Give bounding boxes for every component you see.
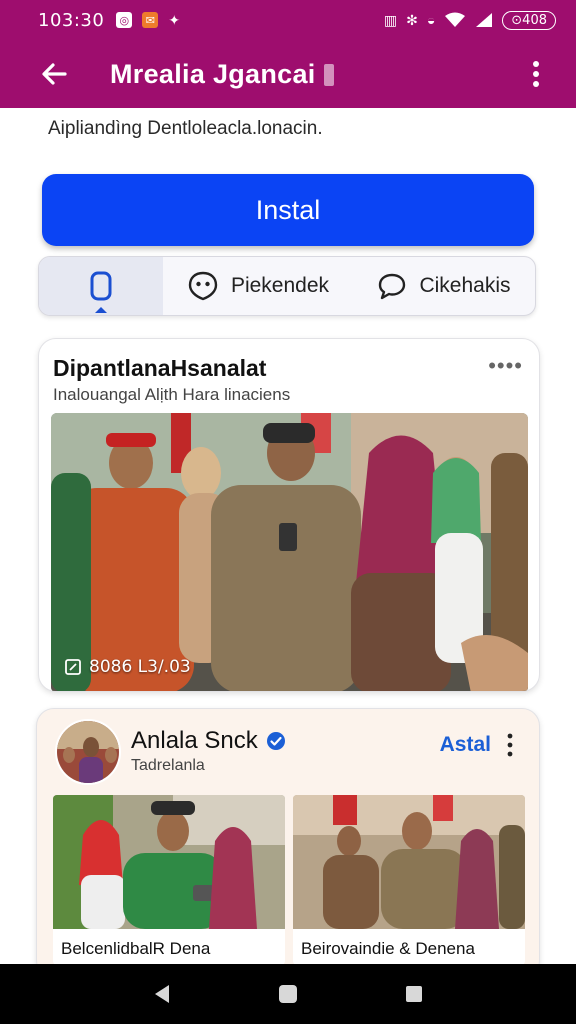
nav-back-icon[interactable] (153, 984, 171, 1004)
photo-caption-text: 8086 L3/.03 (89, 657, 191, 677)
post-options-button[interactable]: •••• (488, 355, 523, 377)
verified-check-icon (266, 732, 285, 750)
group-photo-image (51, 413, 528, 691)
status-time: 103:30 (38, 9, 105, 31)
card-more-button[interactable] (507, 733, 513, 762)
nav-recents-icon[interactable] (405, 985, 423, 1003)
account-handle: Tadrelanla (131, 757, 205, 774)
thumbnail-image (53, 795, 285, 929)
media-thumbnail[interactable]: BelcenlidbalR Dena (53, 795, 285, 965)
status-notification-icons: ◎ ✉ ✦ (116, 12, 180, 29)
post-subtitle: Inalouangal Alịth Hara linaciens (53, 385, 291, 404)
wifi-icon (445, 12, 466, 27)
dnd-icon: ◒ (426, 12, 436, 28)
install-button[interactable]: Instal (42, 174, 534, 246)
tab-bar: Piekendek Cikehakis (38, 256, 536, 316)
signal-icon (476, 13, 493, 27)
tab-chats[interactable]: Cikehakis (353, 257, 535, 315)
overflow-menu-button[interactable] (526, 56, 546, 92)
nav-home-icon[interactable] (278, 984, 298, 1004)
avatar-image (57, 721, 119, 783)
arrow-left-icon (42, 63, 67, 85)
app-description: Aipliandìng Dentloleacla.lonacin. (48, 118, 323, 139)
back-button[interactable] (32, 52, 76, 96)
system-navigation-bar (0, 964, 576, 1024)
status-system-icons: ▥ ✻ ◒ ⊙408 (383, 10, 556, 30)
phone-icon (90, 271, 112, 301)
notification-app-icon: ◎ (116, 12, 133, 28)
tab-recommended[interactable]: Piekendek (163, 257, 353, 315)
tab-chats-label: Cikehakis (419, 274, 511, 297)
thumbnail-label: Beirovaindie & Denena (301, 939, 475, 958)
page-title-text: Mrealia Jgancai (110, 58, 316, 89)
post-card[interactable]: DipantlanaHsanalat Inalouangal Alịth Har… (38, 338, 540, 692)
heart-chat-icon (188, 271, 218, 301)
vibrate-icon: ▥ (383, 11, 398, 28)
page-title: Mrealia Jgancai (110, 59, 334, 90)
chat-bubble-icon (379, 273, 406, 300)
post-photo[interactable]: 8086 L3/.03 (51, 413, 528, 691)
thumbnail-image (293, 795, 525, 929)
edit-square-icon (65, 659, 81, 675)
install-link[interactable]: Astal (440, 733, 491, 757)
account-card[interactable]: Anlala Snck Tadrelanla Astal Belcenlidba… (36, 708, 540, 978)
avatar[interactable] (55, 719, 121, 785)
post-title: DipantlanaHsanalat (53, 355, 267, 381)
more-vertical-icon (507, 733, 513, 757)
notification-app-icon: ✉ (142, 12, 159, 28)
account-name: Anlala Snck (131, 727, 286, 755)
app-bar: Mrealia Jgancai (0, 40, 576, 108)
media-thumbnail[interactable]: Beirovaindie & Denena (293, 795, 525, 965)
title-cursor (323, 63, 334, 86)
account-name-text: Anlala Snck (131, 727, 258, 754)
bluetooth-icon: ✻ (406, 11, 418, 28)
tab-phone[interactable] (39, 257, 163, 315)
photo-caption: 8086 L3/.03 (65, 657, 191, 677)
more-vertical-icon (533, 61, 539, 87)
status-bar: 103:30 ◎ ✉ ✦ ▥ ✻ ◒ ⊙408 (0, 0, 576, 40)
thumbnail-label: BelcenlidbalR Dena (61, 939, 211, 958)
battery-indicator: ⊙408 (502, 10, 556, 30)
notification-dots-icon: ✦ (168, 11, 181, 28)
tab-recommended-label: Piekendek (230, 274, 330, 297)
